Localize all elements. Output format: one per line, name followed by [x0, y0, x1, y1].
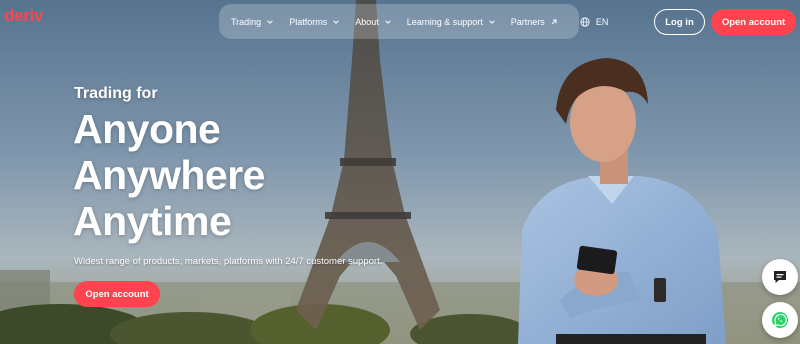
chevron-down-icon	[489, 19, 495, 24]
open-account-header-button[interactable]: Open account	[711, 9, 796, 35]
globe-icon	[580, 16, 590, 27]
nav-item-platforms[interactable]: Platforms	[289, 17, 340, 27]
external-arrow-icon	[551, 19, 557, 24]
nav-item-about[interactable]: About	[355, 17, 392, 27]
hero-headline-line-2: Anywhere	[73, 152, 265, 198]
hero-headline-line-3: Anytime	[73, 198, 232, 244]
chevron-down-icon	[333, 19, 339, 24]
whatsapp-icon	[772, 312, 788, 328]
nav-item-label: Learning & support	[406, 16, 483, 27]
language-selector[interactable]: EN	[580, 16, 609, 27]
chevron-down-icon	[267, 19, 273, 24]
deriv-logo[interactable]: deriv	[4, 6, 43, 26]
nav-item-partners[interactable]: Partners	[511, 17, 558, 27]
hero-eyebrow: Trading for	[74, 85, 158, 102]
chevron-down-icon	[384, 19, 391, 24]
hero-headline-line-1: Anyone	[73, 106, 221, 152]
nav-item-label: Partners	[510, 16, 545, 27]
nav-item-label: About	[355, 16, 379, 27]
main-navigation: Trading Platforms About Learning & suppo…	[219, 4, 608, 39]
login-button[interactable]: Log in	[654, 9, 705, 35]
whatsapp-button[interactable]	[762, 302, 798, 338]
nav-item-label: Trading	[231, 16, 262, 27]
chat-bubble-icon	[774, 271, 786, 283]
nav-item-trading[interactable]: Trading	[231, 17, 274, 27]
open-account-hero-button[interactable]: Open account	[74, 281, 160, 307]
language-label: EN	[595, 16, 609, 27]
nav-item-learning-support[interactable]: Learning & support	[407, 17, 496, 27]
hero-subtitle: Widest range of products, markets, platf…	[74, 256, 383, 267]
live-chat-button[interactable]	[762, 259, 798, 295]
nav-item-label: Platforms	[289, 16, 328, 27]
